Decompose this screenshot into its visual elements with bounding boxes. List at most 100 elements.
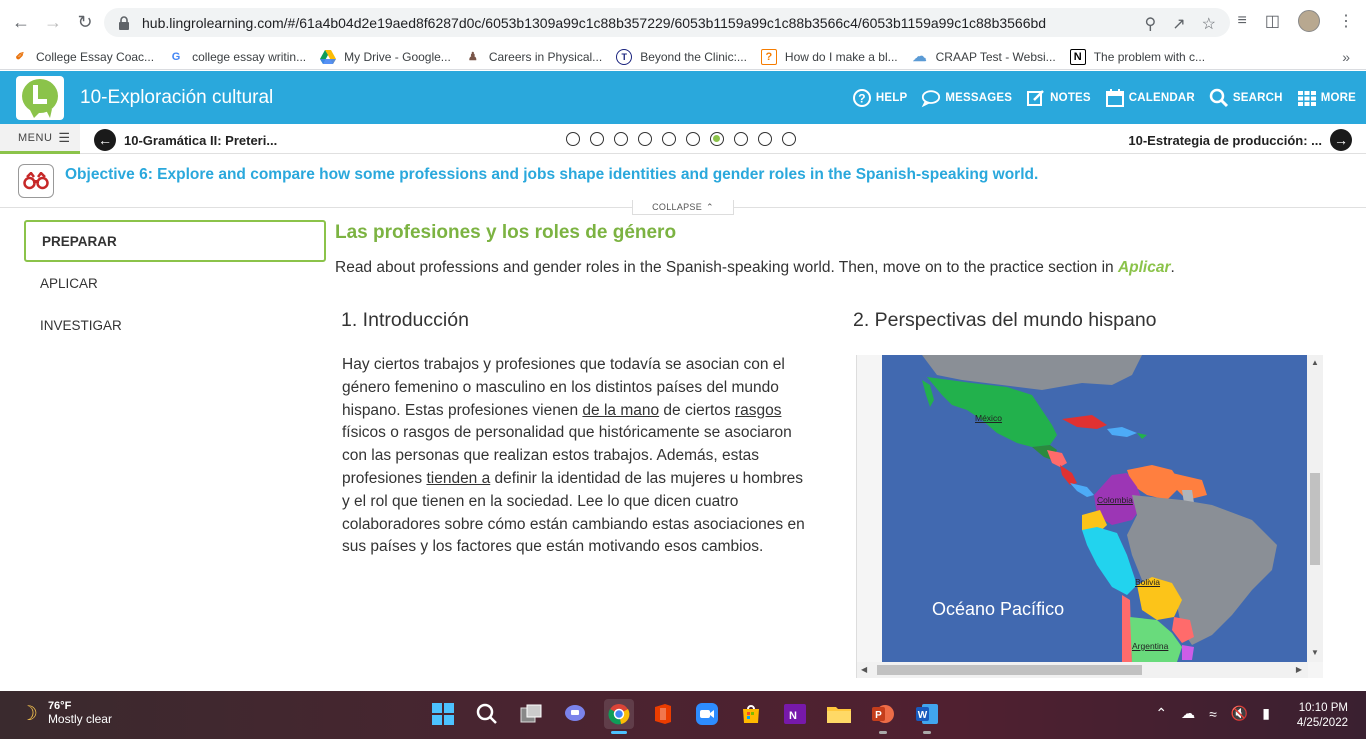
- bookmark-item[interactable]: T Beyond the Clinic:...: [616, 48, 747, 65]
- arrow-right-icon: →: [1330, 129, 1352, 151]
- calendar-icon: [1105, 88, 1124, 107]
- moon-icon: ☽: [20, 702, 38, 725]
- notes-button[interactable]: NOTES: [1026, 88, 1091, 108]
- aplicar-link[interactable]: Aplicar: [1118, 259, 1171, 276]
- next-lesson-link[interactable]: 10-Estrategia de producción: ... →: [1128, 129, 1352, 151]
- map-label-colombia[interactable]: Colombia: [1097, 495, 1133, 505]
- vertical-scrollbar[interactable]: ▲ ▼: [1307, 355, 1323, 662]
- forward-arrow-icon[interactable]: →: [42, 11, 64, 33]
- share-icon[interactable]: ↗: [1172, 14, 1185, 34]
- page-dot[interactable]: [614, 132, 628, 146]
- system-clock[interactable]: 10:10 PM 4/25/2022: [1297, 701, 1348, 731]
- notion-icon: N: [1069, 48, 1086, 65]
- page-dot[interactable]: [590, 132, 604, 146]
- scroll-down-icon[interactable]: ▼: [1311, 648, 1319, 657]
- word-icon[interactable]: W: [912, 699, 942, 734]
- bookmark-item[interactable]: ☁ CRAAP Test - Websi...: [912, 48, 1056, 65]
- windows-start-icon[interactable]: [428, 699, 458, 729]
- section-tab-aplicar[interactable]: APLICAR: [24, 262, 326, 304]
- reading-list-icon[interactable]: ≡: [1238, 12, 1247, 30]
- map-label-mexico[interactable]: México: [975, 413, 1002, 423]
- glossary-term[interactable]: de la mano: [582, 402, 659, 419]
- menu-button[interactable]: MENU ☰: [0, 124, 80, 154]
- bookmark-item[interactable]: ✐ College Essay Coac...: [12, 49, 154, 65]
- file-explorer-icon[interactable]: [824, 699, 854, 729]
- kebab-menu-icon[interactable]: ⋮: [1338, 11, 1354, 31]
- section-nav: PREPARAR APLICAR INVESTIGAR: [24, 220, 326, 346]
- page-dot-active[interactable]: [710, 132, 724, 146]
- collapse-button[interactable]: COLLAPSE ⌃: [632, 200, 734, 215]
- page-dot[interactable]: [734, 132, 748, 146]
- glossary-term[interactable]: tienden a: [426, 470, 490, 487]
- svg-text:P: P: [875, 710, 882, 721]
- map-label-bolivia[interactable]: Bolivia: [1135, 577, 1160, 587]
- page-dot[interactable]: [686, 132, 700, 146]
- map-label-argentina[interactable]: Argentina: [1132, 641, 1168, 651]
- scroll-thumb[interactable]: [1310, 473, 1320, 565]
- figure-icon: ♟: [467, 51, 478, 63]
- bookmark-item[interactable]: ? How do I make a bl...: [760, 48, 898, 65]
- bookmark-item[interactable]: Gcollege essay writin...: [168, 49, 306, 65]
- reload-icon[interactable]: ↻: [74, 11, 96, 33]
- bookmark-item[interactable]: My Drive - Google...: [320, 49, 451, 65]
- volume-muted-icon[interactable]: 🔇: [1231, 705, 1248, 722]
- profile-avatar[interactable]: [1298, 10, 1320, 32]
- onedrive-cloud-icon[interactable]: ☁: [1181, 705, 1195, 722]
- calendar-button[interactable]: CALENDAR: [1105, 88, 1195, 108]
- task-view-icon[interactable]: [516, 699, 546, 729]
- page-dot[interactable]: [758, 132, 772, 146]
- bookmark-item[interactable]: ♟ Careers in Physical...: [465, 49, 602, 65]
- help-button[interactable]: ? HELP: [852, 88, 907, 108]
- arrow-left-icon: ←: [94, 129, 116, 151]
- messages-button[interactable]: MESSAGES: [921, 88, 1012, 108]
- powerpoint-icon[interactable]: P: [868, 699, 898, 734]
- previous-lesson-link[interactable]: ← 10-Gramática II: Preteri...: [94, 129, 277, 151]
- address-bar[interactable]: hub.lingrolearning.com/#/61a4b04d2e19aed…: [104, 8, 1230, 37]
- interactive-map[interactable]: México Colombia Bolivia Argentina Océano…: [882, 355, 1307, 662]
- google-icon: G: [171, 50, 181, 63]
- office-icon[interactable]: [648, 699, 678, 729]
- chrome-icon[interactable]: [604, 699, 634, 734]
- zoom-icon[interactable]: [692, 699, 722, 729]
- more-button[interactable]: MORE: [1297, 88, 1356, 108]
- cloud-icon: ☁: [912, 48, 927, 64]
- star-icon[interactable]: ☆: [1202, 14, 1216, 34]
- intro-text: Read about professions and gender roles …: [335, 259, 1175, 276]
- chevron-up-icon[interactable]: ⌃: [1155, 705, 1167, 722]
- scroll-up-icon[interactable]: ▲: [1311, 358, 1319, 367]
- scroll-right-icon[interactable]: ▶: [1296, 665, 1302, 674]
- back-arrow-icon[interactable]: ←: [10, 11, 32, 33]
- search-icon: [1209, 88, 1228, 107]
- search-icon[interactable]: [472, 699, 502, 729]
- scroll-left-icon[interactable]: ◀: [861, 665, 867, 674]
- chat-bubble-icon: [922, 89, 941, 107]
- page-dot[interactable]: [782, 132, 796, 146]
- page-dot[interactable]: [662, 132, 676, 146]
- page-dot[interactable]: [638, 132, 652, 146]
- drive-icon: [320, 49, 337, 65]
- glossary-term[interactable]: rasgos: [735, 402, 782, 419]
- weather-widget[interactable]: ☽ 76°F Mostly clear: [20, 700, 112, 726]
- key-icon[interactable]: ⚲: [1145, 14, 1157, 34]
- wifi-icon[interactable]: ≈: [1209, 706, 1217, 722]
- side-panel-icon[interactable]: ◫: [1265, 11, 1280, 31]
- onenote-icon[interactable]: N: [780, 699, 810, 729]
- battery-icon[interactable]: ▮: [1262, 705, 1270, 722]
- bookmark-item[interactable]: N The problem with c...: [1069, 48, 1205, 65]
- bookmarks-overflow-icon[interactable]: »: [1342, 49, 1350, 65]
- svg-text:W: W: [918, 710, 928, 721]
- clinic-icon: T: [616, 48, 633, 65]
- scroll-thumb[interactable]: [877, 665, 1142, 675]
- svg-text:?: ?: [858, 91, 866, 105]
- section-tab-investigar[interactable]: INVESTIGAR: [24, 304, 326, 346]
- teams-chat-icon[interactable]: [560, 699, 590, 729]
- page-dot[interactable]: [566, 132, 580, 146]
- edit-note-icon: [1027, 89, 1045, 106]
- lingro-logo-icon[interactable]: [16, 76, 64, 120]
- horizontal-scrollbar[interactable]: ◀ ▶: [857, 662, 1308, 678]
- search-button[interactable]: SEARCH: [1209, 88, 1283, 108]
- lesson-navigation: MENU ☰ ← 10-Gramática II: Preteri... 10-…: [0, 124, 1366, 154]
- store-icon[interactable]: [736, 699, 766, 729]
- section-tab-preparar[interactable]: PREPARAR: [24, 220, 326, 262]
- section-title-introduccion: 1. Introducción: [341, 309, 469, 331]
